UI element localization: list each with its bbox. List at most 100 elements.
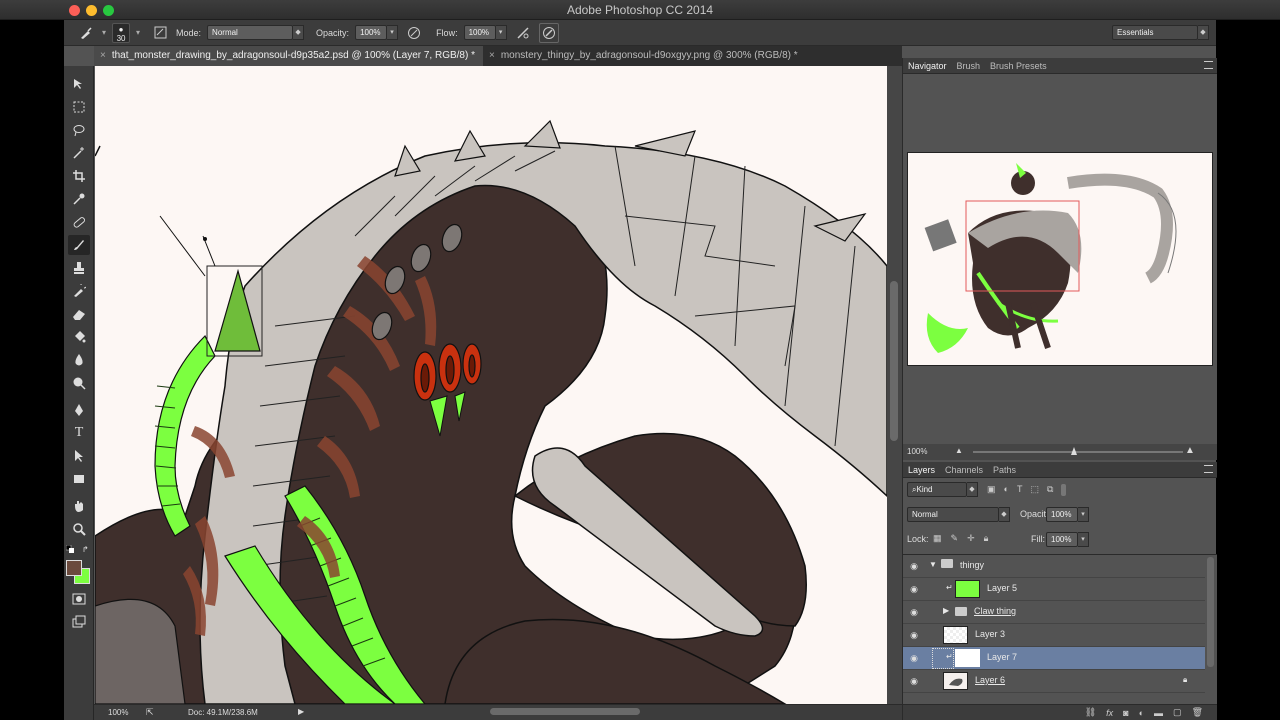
tool-preset-dropdown-icon[interactable]: ▾ xyxy=(102,28,106,37)
pressure-opacity-icon[interactable] xyxy=(404,23,424,43)
foreground-color-swatch[interactable] xyxy=(66,560,82,576)
path-select-icon[interactable] xyxy=(68,446,90,466)
zoom-tool-icon[interactable] xyxy=(68,519,90,539)
fill-field[interactable]: 100% ▾ xyxy=(1046,532,1089,547)
delete-layer-icon[interactable]: 🗑︎ xyxy=(1192,707,1203,718)
lock-position-icon[interactable]: ✛ xyxy=(967,533,975,544)
magic-wand-icon[interactable] xyxy=(68,143,90,163)
marquee-tool-icon[interactable] xyxy=(68,97,90,117)
vertical-scroll-thumb[interactable] xyxy=(890,281,898,441)
brush-tool-icon[interactable] xyxy=(68,235,90,255)
clone-stamp-icon[interactable] xyxy=(68,258,90,278)
type-tool-icon[interactable]: T xyxy=(68,423,90,443)
rectangle-tool-icon[interactable] xyxy=(68,469,90,489)
dodge-icon[interactable] xyxy=(68,373,90,393)
document-canvas[interactable] xyxy=(95,66,887,704)
paint-bucket-icon[interactable] xyxy=(68,327,90,347)
crop-tool-icon[interactable] xyxy=(68,166,90,186)
new-group-icon[interactable]: ▬ xyxy=(1154,708,1163,718)
status-zoom[interactable]: 100% xyxy=(108,708,128,717)
healing-brush-icon[interactable] xyxy=(68,212,90,232)
visibility-eye-icon[interactable]: ◉ xyxy=(908,561,920,571)
layer-row-thingy[interactable]: ◉ ▼ thingy xyxy=(903,555,1205,578)
pressure-size-icon[interactable] xyxy=(538,22,559,43)
canvas-vertical-scrollbar[interactable] xyxy=(887,66,902,704)
lock-image-icon[interactable]: ✎ xyxy=(951,533,959,544)
visibility-eye-icon[interactable]: ◉ xyxy=(908,676,920,686)
quick-mask-icon[interactable] xyxy=(68,589,90,609)
panel-menu-icon[interactable] xyxy=(1204,61,1213,69)
link-layers-icon[interactable]: ⛓︎ xyxy=(1085,707,1096,718)
swap-colors-icon[interactable]: ↱ xyxy=(82,545,89,554)
lock-icons: ▦ ✎ ✛ 🔒︎ xyxy=(933,533,988,544)
visibility-eye-icon[interactable]: ◉ xyxy=(908,630,920,640)
visibility-eye-icon[interactable]: ◉ xyxy=(908,653,920,663)
zoom-out-icon[interactable]: ▲ xyxy=(955,446,963,455)
layer-row-layer-5[interactable]: ◉ ↵ Layer 5 xyxy=(903,578,1205,601)
default-colors-icon[interactable] xyxy=(65,544,74,553)
export-icon[interactable]: ⇱ xyxy=(146,707,154,718)
tab-monstery-thingy[interactable]: × monstery_thingy_by_adragonsoul-d9oxgyy.… xyxy=(483,46,806,66)
history-brush-icon[interactable] xyxy=(68,281,90,301)
layer-row-layer-7[interactable]: ◉ ↵ Layer 7 xyxy=(903,647,1205,670)
screen-mode-icon[interactable] xyxy=(68,612,90,632)
brush-picker-dropdown-icon[interactable]: ▾ xyxy=(136,28,140,37)
hand-tool-icon[interactable] xyxy=(68,496,90,516)
group-collapse-icon[interactable]: ▶ xyxy=(943,606,949,615)
visibility-eye-icon[interactable]: ◉ xyxy=(908,584,920,594)
layer-row-layer-6[interactable]: ◉ Layer 6 🔒︎ xyxy=(903,670,1205,693)
pen-tool-icon[interactable] xyxy=(68,400,90,420)
tab-monster-drawing[interactable]: × that_monster_drawing_by_adragonsoul-d9p… xyxy=(94,46,483,66)
layer-thumbnail xyxy=(955,649,980,667)
adjustment-layer-icon[interactable]: ◐ xyxy=(1139,708,1144,718)
close-tab-icon[interactable]: × xyxy=(100,50,106,61)
zoom-slider-track[interactable] xyxy=(973,451,1183,453)
pixel-filter-icon[interactable]: ▣ xyxy=(987,484,996,496)
layer-row-layer-3[interactable]: ◉ Layer 3 xyxy=(903,624,1205,647)
layer-opacity-field[interactable]: 100% ▾ xyxy=(1046,507,1089,522)
close-tab-icon[interactable]: × xyxy=(489,50,495,61)
tab-paths[interactable]: Paths xyxy=(993,465,1016,475)
type-filter-icon[interactable]: T xyxy=(1017,484,1023,496)
lock-all-icon[interactable]: 🔒︎ xyxy=(984,533,989,544)
blend-mode-select[interactable]: Normal ◆ xyxy=(907,507,1010,522)
shape-filter-icon[interactable]: ⬚ xyxy=(1030,484,1039,496)
status-menu-arrow-icon[interactable]: ▶ xyxy=(298,707,304,716)
layer-filter-select[interactable]: ⌕Kind ◆ xyxy=(907,482,978,497)
airbrush-icon[interactable] xyxy=(513,23,533,43)
tab-brush-presets[interactable]: Brush Presets xyxy=(990,61,1047,71)
adjustment-filter-icon[interactable]: ◐ xyxy=(1004,484,1009,496)
navigator-thumbnail[interactable] xyxy=(907,152,1213,366)
flow-field[interactable]: 100% ▾ xyxy=(463,25,507,40)
group-expand-icon[interactable]: ▼ xyxy=(929,560,937,569)
lock-label: Lock: xyxy=(907,534,929,544)
zoom-in-icon[interactable]: ▲ xyxy=(1185,445,1195,456)
brush-panel-toggle-icon[interactable] xyxy=(150,23,170,43)
mode-select[interactable]: Normal ◆ xyxy=(207,25,305,40)
layer-row-claw-thing[interactable]: ◉ ▶ Claw thing xyxy=(903,601,1205,624)
brush-size-picker[interactable]: ● 30 xyxy=(112,22,131,43)
horizontal-scroll-thumb[interactable] xyxy=(490,708,640,715)
brush-tool-preset-icon[interactable] xyxy=(76,23,96,43)
navigator-zoom-value[interactable]: 100% xyxy=(907,447,927,456)
blur-icon[interactable] xyxy=(68,350,90,370)
lock-transparent-icon[interactable]: ▦ xyxy=(933,533,942,544)
new-layer-icon[interactable]: ▢ xyxy=(1173,707,1182,718)
layers-scroll-thumb[interactable] xyxy=(1207,557,1214,667)
eraser-icon[interactable] xyxy=(68,304,90,324)
tab-brush[interactable]: Brush xyxy=(957,61,981,71)
filter-toggle-icon[interactable] xyxy=(1061,484,1067,496)
layer-style-icon[interactable]: fx xyxy=(1106,708,1113,718)
lasso-tool-icon[interactable] xyxy=(68,120,90,140)
opacity-field[interactable]: 100% ▾ xyxy=(355,25,399,40)
layers-panel-menu-icon[interactable] xyxy=(1204,465,1213,473)
tab-channels[interactable]: Channels xyxy=(945,465,983,475)
workspace-switcher[interactable]: Essentials ◆ xyxy=(1112,25,1209,40)
visibility-eye-icon[interactable]: ◉ xyxy=(908,607,920,617)
layer-mask-icon[interactable]: ◙ xyxy=(1123,708,1128,718)
move-tool-icon[interactable] xyxy=(68,74,90,94)
eyedropper-icon[interactable] xyxy=(68,189,90,209)
tab-navigator[interactable]: Navigator xyxy=(908,61,947,71)
tab-layers[interactable]: Layers xyxy=(908,465,935,475)
smart-object-filter-icon[interactable]: ⧉ xyxy=(1047,484,1053,496)
